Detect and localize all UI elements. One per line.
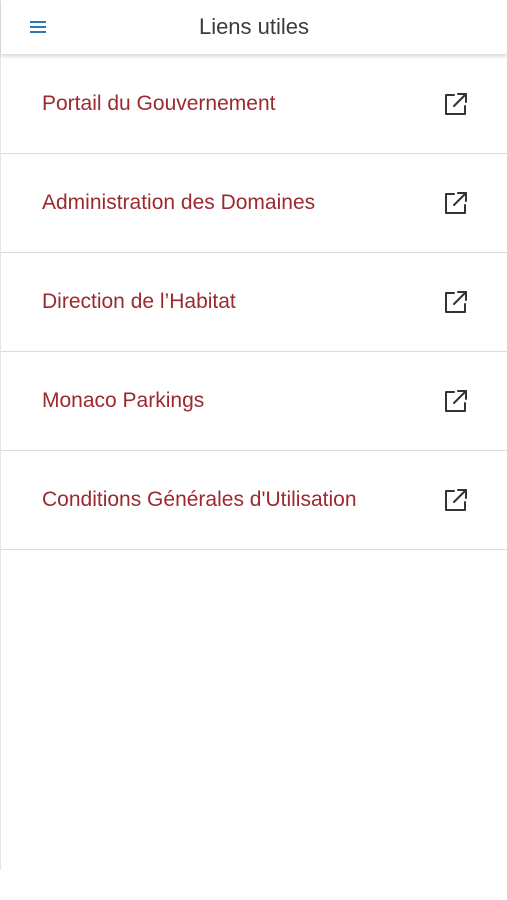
external-link-icon [443,289,469,315]
menu-button[interactable] [23,14,53,40]
link-item-conditions-generales[interactable]: Conditions Générales d'Utilisation [1,451,507,550]
link-item-direction-habitat[interactable]: Direction de l’Habitat [1,253,507,352]
link-label: Direction de l’Habitat [42,290,236,313]
useful-links-list: Portail du Gouvernement Administration d… [1,54,507,550]
link-item-monaco-parkings[interactable]: Monaco Parkings [1,352,507,451]
top-app-bar: Liens utiles [1,0,507,54]
link-item-administration-domaines[interactable]: Administration des Domaines [1,154,507,253]
link-label: Conditions Générales d'Utilisation [42,488,357,511]
external-link-icon [443,388,469,414]
page-title: Liens utiles [198,14,310,39]
external-link-icon [443,487,469,513]
external-link-icon [443,91,469,117]
bottom-blank-area [0,870,507,900]
hamburger-menu-icon [30,21,46,33]
external-link-icon [443,190,469,216]
link-label: Administration des Domaines [42,191,316,214]
link-label: Monaco Parkings [42,389,205,412]
app-screen: Liens utiles Portail du Gouvernement Adm… [0,0,507,870]
link-item-portail-gouvernement[interactable]: Portail du Gouvernement [1,54,507,154]
link-label: Portail du Gouvernement [42,91,276,115]
